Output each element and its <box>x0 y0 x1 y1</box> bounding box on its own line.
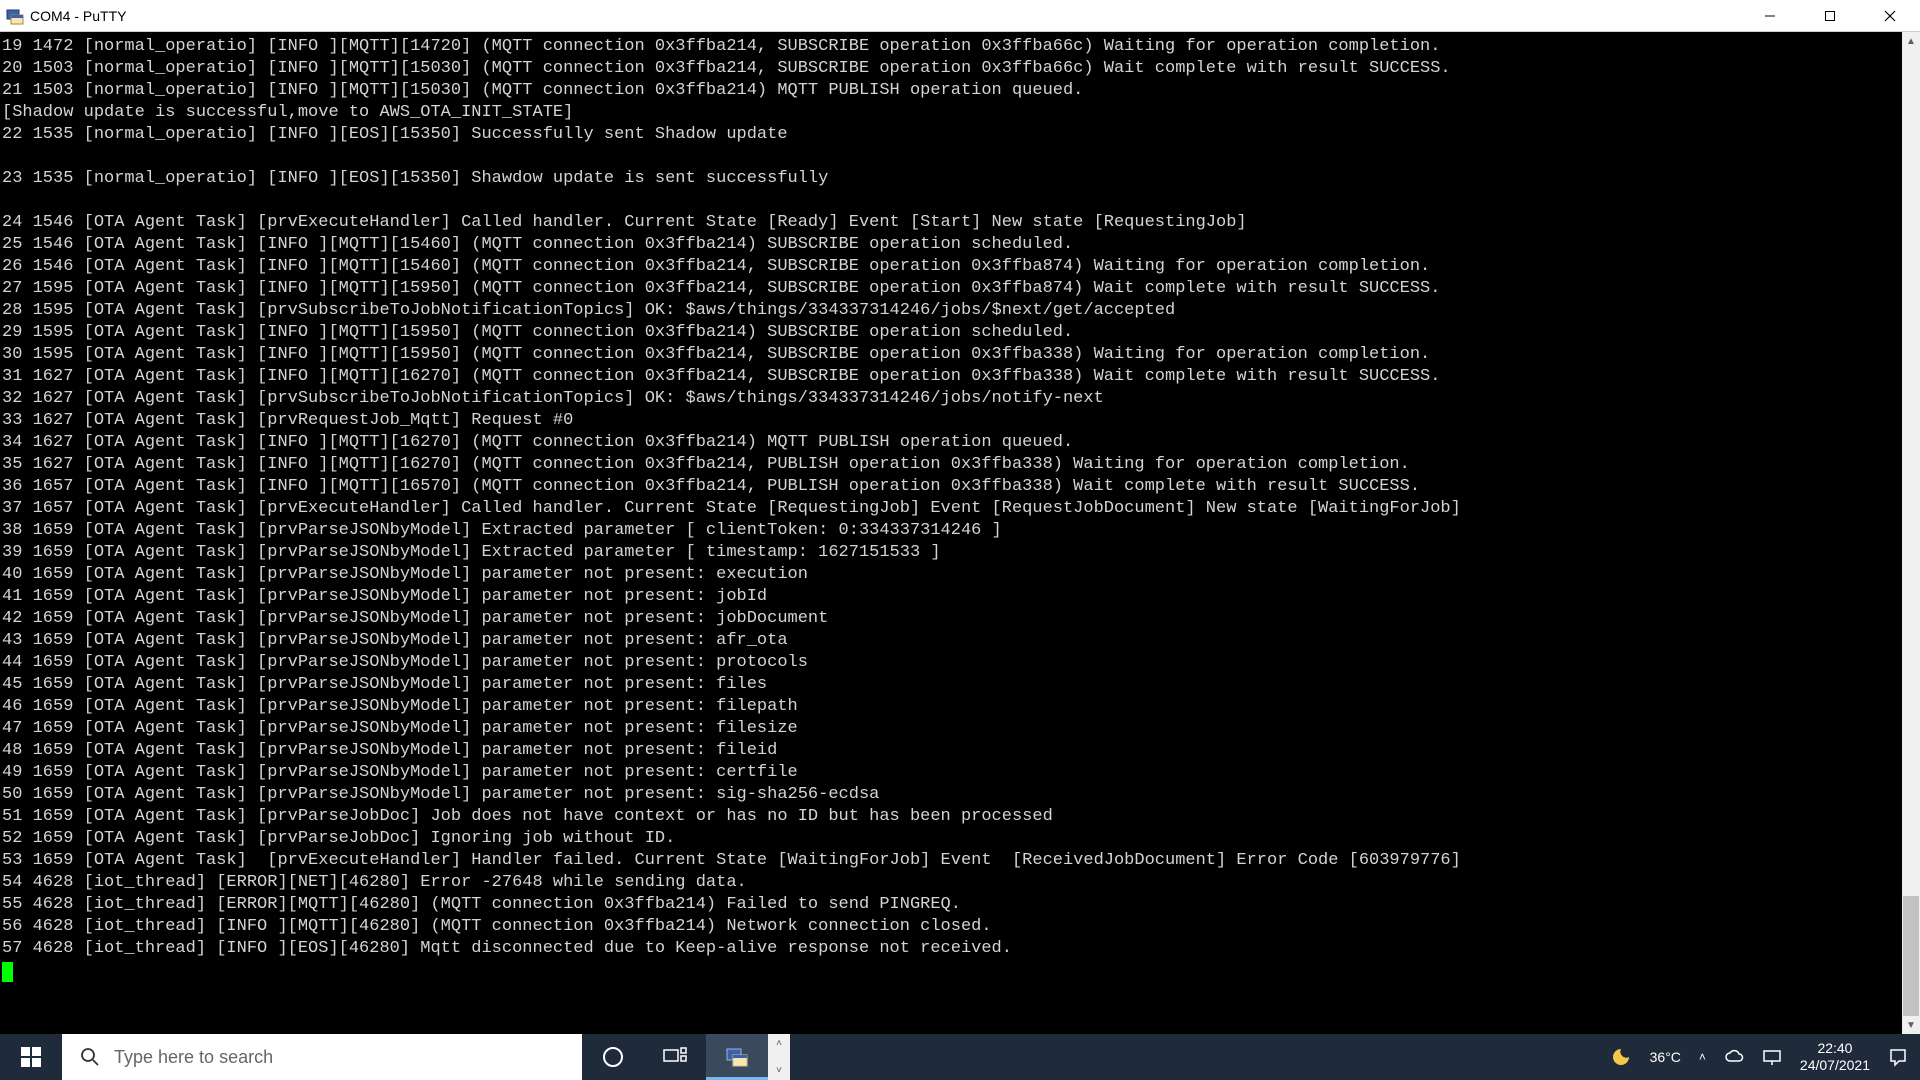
terminal-cursor <box>2 962 13 982</box>
search-icon <box>80 1047 100 1067</box>
weather-icon[interactable] <box>1610 1046 1632 1068</box>
task-view-button[interactable] <box>644 1034 706 1080</box>
clock-date: 24/07/2021 <box>1800 1057 1870 1074</box>
scroll-down-arrow[interactable]: ▼ <box>1902 1016 1920 1034</box>
terminal-output[interactable]: 19 1472 [normal_operatio] [INFO ][MQTT][… <box>0 32 1902 1034</box>
putty-icon <box>6 7 24 25</box>
cloud-sync-icon[interactable] <box>1724 1049 1744 1065</box>
search-box[interactable]: Type here to search <box>62 1034 582 1080</box>
network-icon[interactable] <box>1762 1048 1782 1066</box>
maximize-button[interactable] <box>1800 0 1860 32</box>
tray-overflow-icon[interactable]: ˄ <box>1699 1050 1706 1064</box>
vertical-scrollbar[interactable]: ▲ ▼ <box>1902 32 1920 1034</box>
cortana-button[interactable] <box>582 1034 644 1080</box>
taskbar: Type here to search ˄˅ 36°C ˄ <box>0 1034 1920 1080</box>
clock-time: 22:40 <box>1800 1040 1870 1057</box>
scroll-track[interactable] <box>1902 50 1920 1016</box>
search-placeholder: Type here to search <box>114 1047 273 1068</box>
start-button[interactable] <box>0 1034 62 1080</box>
minimize-button[interactable] <box>1740 0 1800 32</box>
notifications-icon[interactable] <box>1888 1047 1908 1067</box>
scroll-thumb[interactable] <box>1903 896 1919 1016</box>
system-tray: 36°C ˄ 22:40 24/07/2021 <box>1598 1034 1920 1080</box>
scroll-up-arrow[interactable]: ▲ <box>1902 32 1920 50</box>
taskbar-app-putty[interactable] <box>706 1034 768 1080</box>
clock[interactable]: 22:40 24/07/2021 <box>1800 1040 1870 1074</box>
taskbar-overflow-scroll[interactable]: ˄˅ <box>768 1034 790 1080</box>
titlebar: COM4 - PuTTY <box>0 0 1920 32</box>
terminal-area: 19 1472 [normal_operatio] [INFO ][MQTT][… <box>0 32 1920 1034</box>
weather-temp[interactable]: 36°C <box>1650 1049 1681 1065</box>
window-title: COM4 - PuTTY <box>30 8 126 24</box>
close-button[interactable] <box>1860 0 1920 32</box>
